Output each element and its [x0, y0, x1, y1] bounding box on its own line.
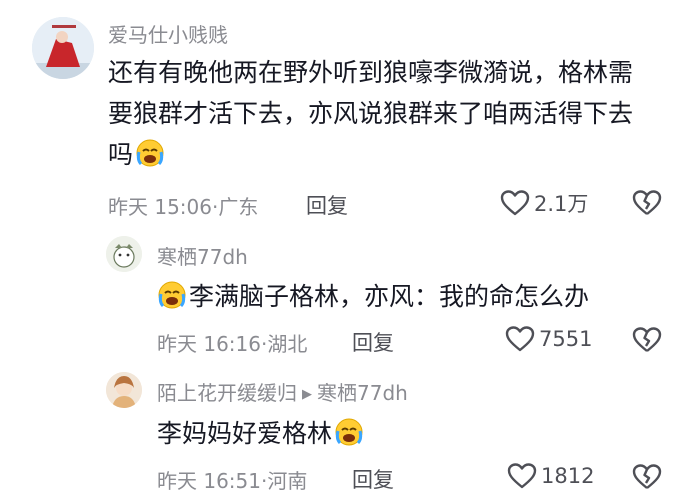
like-button[interactable]: 2.1万	[500, 188, 588, 218]
avatar[interactable]	[106, 372, 142, 408]
reply-button[interactable]: 回复	[352, 327, 394, 357]
like-button[interactable]: 7551	[505, 325, 592, 353]
comment-meta: 昨天 16:51·河南	[157, 469, 308, 493]
comment-meta: 昨天 16:16·湖北	[157, 332, 308, 356]
crying-emoji-icon	[135, 138, 165, 180]
broken-heart-icon	[632, 327, 662, 352]
crying-emoji-icon	[157, 280, 187, 322]
like-count: 7551	[539, 327, 593, 351]
comment-text-body: 李满脑子格林，亦风：我的命怎么办	[189, 282, 590, 311]
comment-username[interactable]: 爱马仕小贱贱	[108, 19, 228, 48]
comment-meta: 昨天 15:06·广东	[108, 195, 259, 219]
heart-icon	[505, 326, 535, 352]
comment-time: 昨天 15:06	[108, 195, 212, 219]
comment-text: 李妈妈好爱格林	[157, 413, 657, 459]
comment-username-row: 陌上花开缓缓归 ▶ 寒栖77dh	[157, 377, 408, 406]
dislike-button[interactable]	[632, 463, 662, 495]
avatar[interactable]	[106, 236, 142, 272]
heart-icon	[507, 463, 537, 489]
comment-text: 还有有晚他两在野外听到狼嚎李微漪说，格林需要狼群才活下去，亦风说狼群来了咱两活得…	[108, 52, 656, 180]
reply-to-username[interactable]: 寒栖77dh	[317, 381, 408, 405]
reply-button[interactable]: 回复	[352, 464, 394, 494]
comment-username[interactable]: 寒栖77dh	[157, 241, 248, 270]
comment-location: 河南	[267, 469, 308, 493]
dislike-button[interactable]	[632, 326, 662, 358]
crying-emoji-icon	[334, 417, 364, 459]
comment-location: 广东	[218, 195, 259, 219]
dislike-button[interactable]	[632, 189, 662, 221]
comment-text-body: 李妈妈好爱格林	[157, 419, 333, 448]
comment-time: 昨天 16:51	[157, 469, 261, 493]
broken-heart-icon	[632, 464, 662, 489]
comment-text: 李满脑子格林，亦风：我的命怎么办	[157, 276, 657, 322]
reply-arrow-icon: ▶	[302, 387, 312, 402]
comment-location: 湖北	[267, 332, 308, 356]
broken-heart-icon	[632, 190, 662, 215]
like-count: 1812	[541, 464, 595, 488]
heart-icon	[500, 190, 530, 216]
comment-time: 昨天 16:16	[157, 332, 261, 356]
comment-text-body: 还有有晚他两在野外听到狼嚎李微漪说，格林需要狼群才活下去，亦风说狼群来了咱两活得…	[108, 58, 634, 169]
like-count: 2.1万	[534, 192, 589, 216]
avatar[interactable]	[32, 17, 94, 79]
comment-username[interactable]: 陌上花开缓缓归	[157, 381, 297, 405]
reply-button[interactable]: 回复	[306, 190, 348, 220]
like-button[interactable]: 1812	[507, 462, 594, 490]
